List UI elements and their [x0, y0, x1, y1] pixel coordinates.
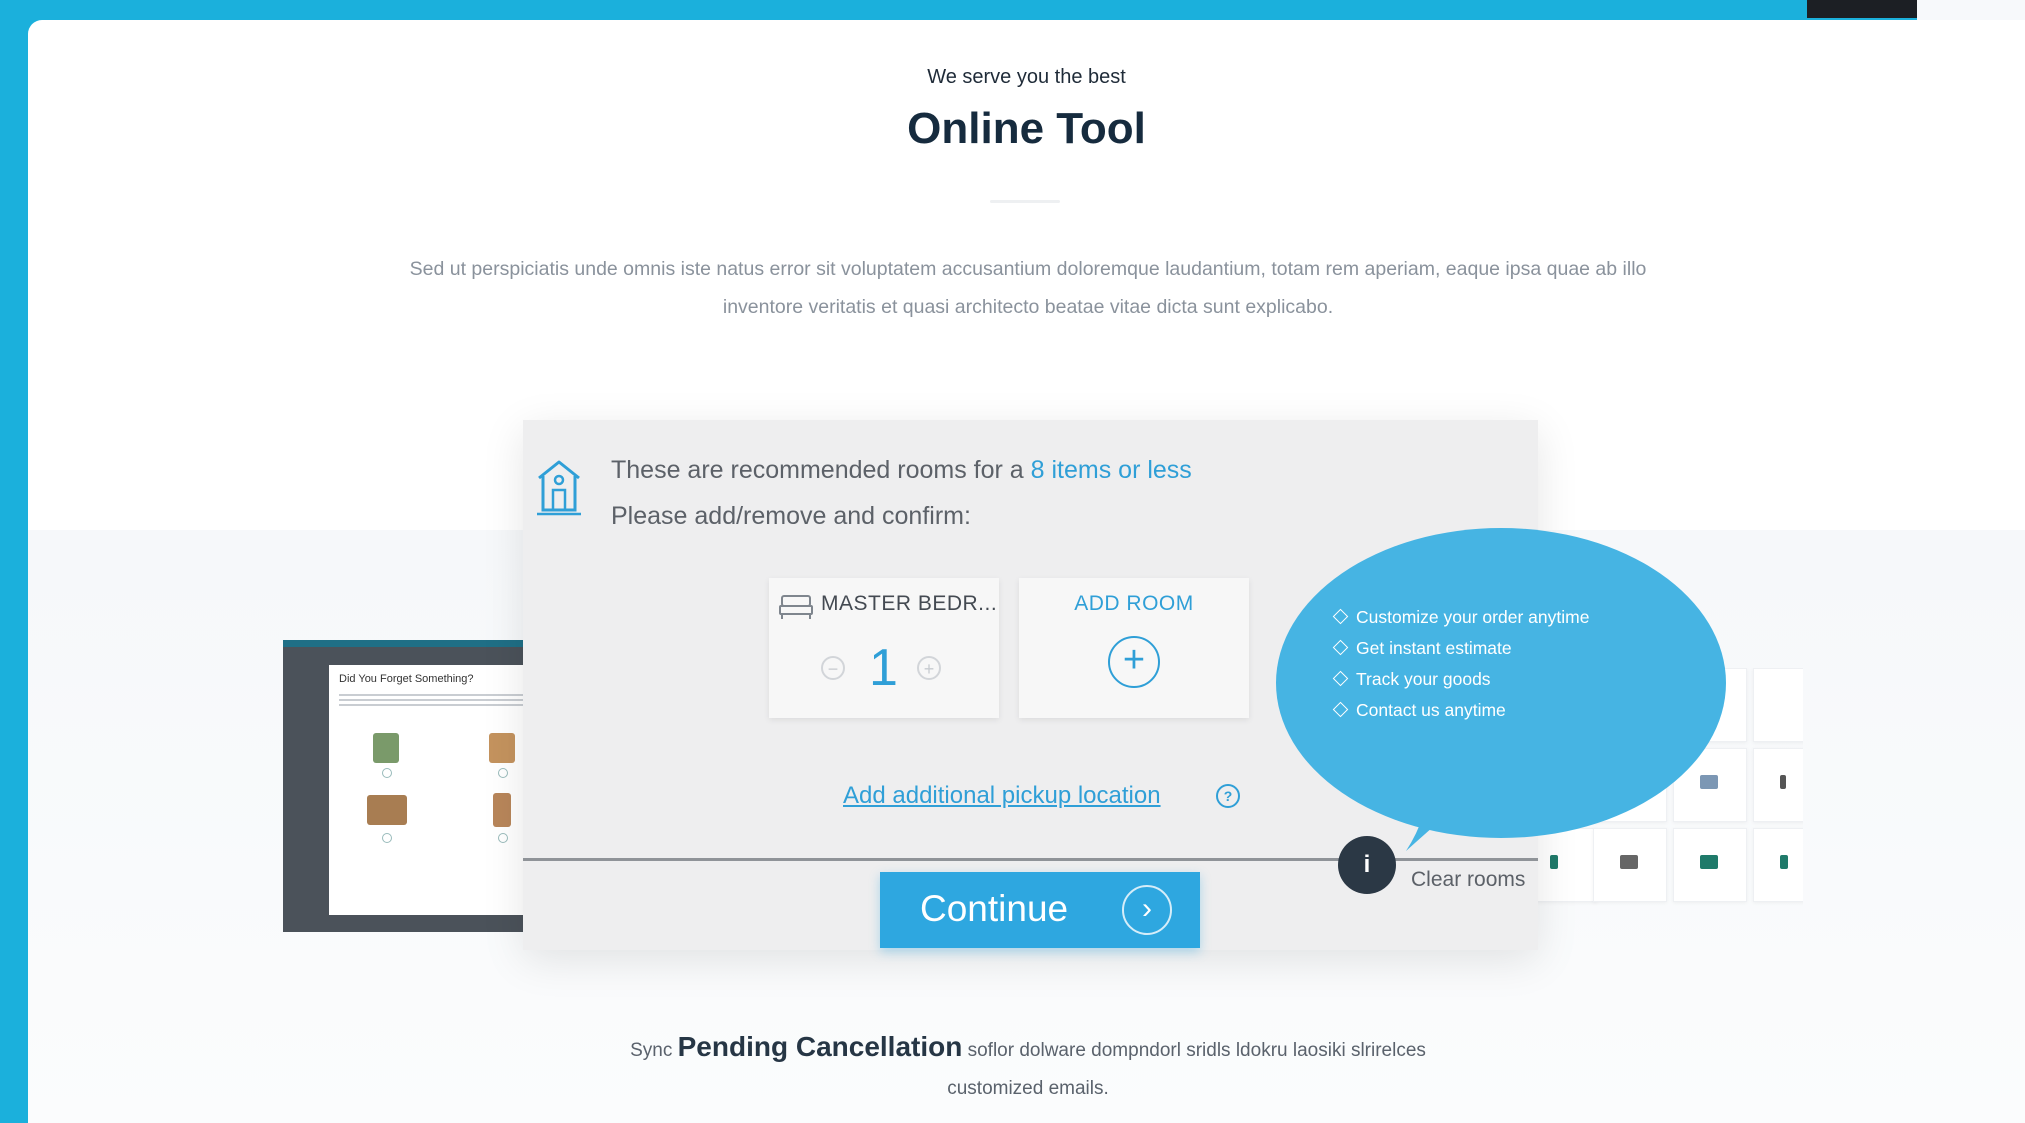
confirm-instruction: Please add/remove and confirm:	[611, 502, 971, 530]
preview-checkbox	[382, 833, 392, 843]
preview-item-plant	[373, 733, 399, 763]
diamond-bullet-icon	[1332, 608, 1349, 625]
diamond-bullet-icon	[1332, 639, 1349, 656]
footer-prefix: Sync	[630, 1040, 678, 1061]
diamond-bullet-icon	[1332, 670, 1349, 687]
house-icon	[533, 456, 585, 523]
feature-item: Contact us anytime	[1332, 695, 1589, 726]
safe-icon	[1620, 855, 1638, 869]
preview-item-shelf	[493, 793, 511, 827]
grid-cell	[1753, 668, 1803, 742]
feature-text: Track your goods	[1356, 669, 1491, 689]
section-title: Online Tool	[907, 104, 1146, 153]
bubble-tail	[1406, 755, 1516, 860]
add-room-card[interactable]: ADD ROOM +	[1019, 578, 1249, 718]
items-count-link[interactable]: 8 items or less	[1031, 456, 1192, 484]
grid-cell	[1753, 828, 1803, 902]
intro-line-2: inventore veritatis et quasi architecto …	[722, 296, 1334, 318]
preview-checkbox	[382, 768, 392, 778]
clear-rooms-link[interactable]: Clear rooms	[1411, 868, 1525, 892]
preview-subtext	[339, 691, 539, 709]
room-count: 1	[869, 639, 898, 697]
feature-text: Customize your order anytime	[1356, 607, 1590, 627]
info-icon[interactable]: i	[1338, 836, 1396, 894]
preview-panel: Did You Forget Something?	[329, 665, 543, 915]
intro-line-1: Sed ut perspiciatis unde omnis iste natu…	[409, 258, 1647, 280]
chair-icon	[1700, 855, 1718, 869]
feature-item: Get instant estimate	[1332, 633, 1589, 664]
grid-cell	[1673, 828, 1747, 902]
feature-list: Customize your order anytime Get instant…	[1332, 602, 1590, 726]
feature-text: Contact us anytime	[1356, 700, 1506, 720]
room-card-master-bedroom[interactable]: MASTER BEDR... − 1 +	[769, 578, 999, 718]
top-dark-bar	[1807, 0, 1917, 18]
help-icon[interactable]: ?	[1216, 784, 1240, 808]
item-icon	[1780, 775, 1786, 789]
continue-label: Continue	[920, 888, 1069, 929]
feature-text: Get instant estimate	[1356, 638, 1512, 658]
add-pickup-location-link[interactable]: Add additional pickup location	[843, 782, 1161, 810]
feature-item: Track your goods	[1332, 664, 1589, 695]
decrease-room-button[interactable]: −	[821, 656, 845, 680]
recommendation-text: These are recommended rooms for a 8 item…	[611, 456, 1192, 485]
chevron-right-icon: ›	[1122, 885, 1172, 935]
diamond-bullet-icon	[1332, 701, 1349, 718]
grid-cell	[1533, 828, 1597, 902]
preview-screenshot-left: Did You Forget Something?	[283, 640, 543, 932]
footer-highlight: Pending Cancellation	[677, 1031, 963, 1062]
continue-button[interactable]: Continue ›	[880, 872, 1200, 948]
preview-checkbox	[498, 833, 508, 843]
recommendation-prefix: These are recommended rooms for a	[611, 456, 1031, 484]
picture-icon	[1700, 775, 1718, 789]
feature-item: Customize your order anytime	[1332, 602, 1590, 633]
grid-cell	[1753, 748, 1803, 822]
preview-title: Did You Forget Something?	[339, 673, 474, 685]
preview-item-box	[489, 733, 515, 763]
bed-icon	[779, 592, 813, 627]
section-eyebrow: We serve you the best	[927, 66, 1126, 88]
add-room-label: ADD ROOM	[1074, 592, 1194, 615]
preview-item-chest	[367, 795, 407, 825]
room-name: MASTER BEDR...	[821, 592, 998, 615]
intro-text: Sed ut perspiciatis unde omnis iste natu…	[253, 250, 1803, 326]
top-right-area	[1917, 0, 2025, 20]
grid-cell	[1593, 828, 1667, 902]
title-separator	[990, 200, 1060, 203]
add-room-plus-icon[interactable]: +	[1108, 636, 1160, 688]
item-icon	[1550, 855, 1558, 869]
preview-checkbox	[498, 768, 508, 778]
item-icon	[1780, 855, 1788, 869]
footer-line-2: customized emails.	[947, 1078, 1109, 1099]
footer-rest: soflor dolware dompndorl sridls ldokru l…	[962, 1040, 1426, 1061]
page-section: We serve you the best Online Tool Sed ut…	[28, 20, 2025, 1123]
footer-description: Sync Pending Cancellation soflor dolware…	[428, 1028, 1628, 1108]
increase-room-button[interactable]: +	[917, 656, 941, 680]
